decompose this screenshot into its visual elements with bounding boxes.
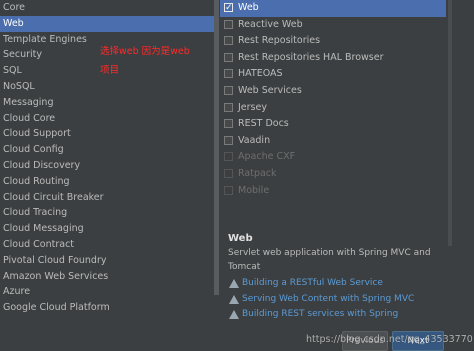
dependency-description: Web Servlet web application with Spring … [228, 232, 448, 338]
category-item-cloud-contract[interactable]: Cloud Contract [0, 237, 214, 253]
category-item-cloud-config[interactable]: Cloud Config [0, 142, 214, 158]
dependency-item-web[interactable]: ✓ Web [220, 0, 446, 17]
link-label: Building a RESTful Web Service [242, 278, 383, 288]
dependency-item-rest-docs[interactable]: REST Docs [220, 116, 446, 133]
dependency-label: Reactive Web [238, 18, 303, 30]
guide-link[interactable]: Serving Web Content with Spring MVC [228, 292, 448, 308]
description-text: Servlet web application with Spring MVC … [228, 248, 431, 272]
checkbox-icon[interactable] [224, 19, 233, 29]
guide-link[interactable]: Building REST services with Spring [228, 307, 448, 323]
dependency-item-vaadin[interactable]: Vaadin [220, 133, 446, 150]
category-item-messaging[interactable]: Messaging [0, 95, 214, 111]
guide-link[interactable]: Building a RESTful Web Service [228, 276, 448, 292]
guide-icon [229, 294, 239, 304]
dependency-label: Rest Repositories [238, 35, 321, 47]
category-item-web[interactable]: Web [0, 15, 214, 32]
category-item-azure[interactable]: Azure [0, 284, 214, 300]
guide-icon [229, 279, 239, 288]
dependency-item-ratpack: Ratpack [220, 166, 446, 183]
checkbox-icon[interactable] [224, 102, 233, 112]
dependency-scrollbar[interactable] [448, 0, 452, 246]
dependency-label: Web [238, 2, 259, 13]
link-label: Building REST services with Spring [242, 309, 399, 319]
dependency-label: REST Docs [238, 118, 289, 130]
dependency-label: Jersey [238, 101, 267, 113]
category-item-cloud-core[interactable]: Cloud Core [0, 111, 214, 127]
category-item-cloud-messaging[interactable]: Cloud Messaging [0, 221, 214, 237]
checkbox-icon[interactable] [224, 36, 233, 46]
category-scrollbar[interactable] [214, 0, 219, 295]
description-title: Web [228, 233, 253, 244]
dependency-item-rest-repositories[interactable]: Rest Repositories [220, 33, 446, 50]
category-item-pivotal-cloud-foundry[interactable]: Pivotal Cloud Foundry [0, 253, 214, 269]
link-label: Serving Web Content with Spring MVC [242, 293, 415, 304]
dependency-label: Mobile [238, 184, 270, 196]
category-item-cloud-discovery[interactable]: Cloud Discovery [0, 158, 214, 174]
annotation-text: 选择web 因为是web 项目 [100, 42, 210, 80]
dependency-label: Vaadin [238, 134, 271, 146]
checkbox-icon [224, 168, 233, 178]
category-item-cloud-support[interactable]: Cloud Support [0, 126, 214, 142]
checkbox-icon[interactable] [224, 85, 233, 95]
dependency-item-reactive-web[interactable]: Reactive Web [220, 17, 446, 34]
checkbox-icon [224, 152, 233, 162]
category-item-cloud-routing[interactable]: Cloud Routing [0, 174, 214, 190]
category-item-amazon-web-services[interactable]: Amazon Web Services [0, 269, 214, 285]
checkbox-icon[interactable] [224, 135, 233, 145]
category-item-cloud-circuit-breaker[interactable]: Cloud Circuit Breaker [0, 190, 214, 206]
category-item-nosql[interactable]: NoSQL [0, 79, 214, 95]
category-item-core[interactable]: Core [0, 0, 214, 16]
dependency-label: Apache CXF [238, 151, 296, 163]
dependency-item-apache-cxf: Apache CXF [220, 149, 446, 166]
dependency-item-jersey[interactable]: Jersey [220, 100, 446, 117]
checkbox-icon[interactable]: ✓ [224, 3, 233, 13]
dependency-list: ✓ Web Reactive Web Rest Repositories Rest Re… [220, 0, 446, 226]
dependency-label: Web Services [238, 84, 302, 96]
dependency-item-web-services[interactable]: Web Services [220, 83, 446, 100]
dependency-label: HATEOAS [238, 68, 283, 80]
dependency-label: Rest Repositories HAL Browser [238, 51, 384, 63]
category-item-cloud-tracing[interactable]: Cloud Tracing [0, 205, 214, 221]
watermark-text: https://blog.csdn.net/qq_43533770 [306, 334, 473, 345]
dependency-item-hateoas[interactable]: HATEOAS [220, 66, 446, 83]
category-item-google-cloud-platform[interactable]: Google Cloud Platform [0, 300, 214, 316]
annotation-line-2: 项目 [100, 65, 120, 76]
checkbox-icon [224, 185, 233, 195]
checkbox-icon[interactable] [224, 52, 233, 62]
checkbox-icon[interactable] [224, 69, 233, 79]
dependency-label: Ratpack [238, 167, 277, 179]
checkbox-icon[interactable] [224, 119, 233, 129]
guide-icon [229, 310, 239, 319]
dependency-item-mobile: Mobile [220, 183, 446, 200]
dependency-item-rest-repositories-hal-browser[interactable]: Rest Repositories HAL Browser [220, 50, 446, 67]
annotation-line-1: 选择web 因为是web [100, 46, 190, 57]
checkmark-icon: ✓ [225, 3, 233, 13]
